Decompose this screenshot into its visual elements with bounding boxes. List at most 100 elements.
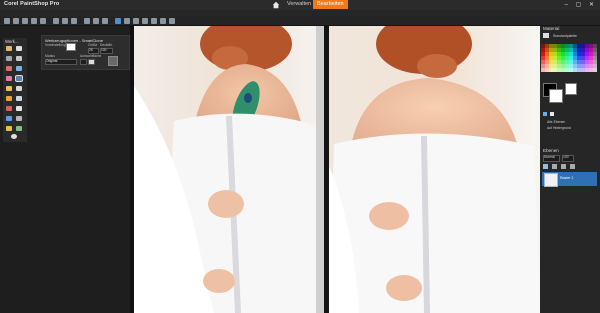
- palette-swatch[interactable]: [573, 64, 577, 68]
- palette-swatch[interactable]: [549, 48, 553, 52]
- palette-swatch[interactable]: [585, 64, 589, 68]
- apply-icon[interactable]: [108, 56, 118, 66]
- zoom-in-icon[interactable]: [142, 18, 148, 24]
- palette-swatch[interactable]: [589, 64, 593, 68]
- palette-swatch[interactable]: [541, 48, 545, 52]
- crop-tool-icon[interactable]: [6, 66, 12, 71]
- palette-swatch[interactable]: [593, 64, 597, 68]
- crop-icon[interactable]: [84, 18, 90, 24]
- source-button-1[interactable]: [80, 59, 87, 65]
- palette-swatch[interactable]: [553, 48, 557, 52]
- palette-swatch[interactable]: [581, 48, 585, 52]
- tab-edit[interactable]: Bearbeiten: [313, 0, 348, 9]
- palette-swatch[interactable]: [589, 48, 593, 52]
- palette-swatch[interactable]: [593, 56, 597, 60]
- new-layer-icon[interactable]: [543, 164, 548, 169]
- palette-swatch[interactable]: [565, 64, 569, 68]
- palette-swatch[interactable]: [557, 68, 561, 72]
- redo-icon[interactable]: [71, 18, 77, 24]
- layer-group-icon[interactable]: [561, 164, 566, 169]
- palette-swatch[interactable]: [569, 44, 573, 48]
- palette-swatch[interactable]: [573, 48, 577, 52]
- retouch-tool-icon[interactable]: [6, 126, 12, 131]
- color-picker-tool-icon[interactable]: [6, 106, 12, 111]
- new-file-icon[interactable]: [4, 18, 10, 24]
- palette-swatch[interactable]: [581, 52, 585, 56]
- rotate-icon[interactable]: [102, 18, 108, 24]
- palette-swatch[interactable]: [565, 68, 569, 72]
- shape-tool-icon[interactable]: [6, 116, 12, 121]
- brush-tool-icon[interactable]: [6, 86, 12, 91]
- palette-swatch[interactable]: [569, 52, 573, 56]
- eraser-tool-icon[interactable]: [16, 86, 22, 91]
- texture-toggle-icon[interactable]: [543, 112, 547, 116]
- palette-swatch[interactable]: [585, 52, 589, 56]
- add-tool-icon[interactable]: [11, 134, 17, 139]
- palette-swatch[interactable]: [553, 60, 557, 64]
- photo-before[interactable]: [134, 26, 324, 313]
- palette-swatch[interactable]: [589, 56, 593, 60]
- fit-window-icon[interactable]: [160, 18, 166, 24]
- export-icon[interactable]: [40, 18, 46, 24]
- pick-tool-icon[interactable]: [16, 46, 22, 51]
- palette-swatch[interactable]: [581, 68, 585, 72]
- palette-swatch[interactable]: [545, 52, 549, 56]
- palette-swatch[interactable]: [569, 56, 573, 60]
- palette-swatch[interactable]: [553, 56, 557, 60]
- palette-swatch[interactable]: [585, 56, 589, 60]
- palette-swatch[interactable]: [577, 52, 581, 56]
- color-palette[interactable]: [541, 44, 598, 74]
- red-eye-tool-icon[interactable]: [6, 76, 12, 81]
- palette-swatch[interactable]: [549, 64, 553, 68]
- settings-icon[interactable]: [124, 18, 130, 24]
- selection-tool-icon[interactable]: [6, 56, 12, 61]
- palette-swatch[interactable]: [557, 52, 561, 56]
- palette-swatch[interactable]: [593, 60, 597, 64]
- palette-swatch[interactable]: [545, 44, 549, 48]
- palette-swatch[interactable]: [545, 64, 549, 68]
- palette-swatch[interactable]: [581, 64, 585, 68]
- palette-swatch[interactable]: [577, 48, 581, 52]
- palette-swatch[interactable]: [557, 44, 561, 48]
- palette-swatch[interactable]: [573, 68, 577, 72]
- palette-swatch[interactable]: [593, 48, 597, 52]
- layer-mask-icon[interactable]: [552, 164, 557, 169]
- palette-swatch[interactable]: [549, 52, 553, 56]
- palette-swatch[interactable]: [553, 44, 557, 48]
- palette-swatch[interactable]: [561, 48, 565, 52]
- window-controls[interactable]: – ▢ ✕: [565, 1, 597, 8]
- text-tool-icon[interactable]: [16, 106, 22, 111]
- palette-swatch[interactable]: [585, 48, 589, 52]
- palette-swatch[interactable]: [549, 68, 553, 72]
- palette-swatch[interactable]: [569, 48, 573, 52]
- palette-swatch[interactable]: [589, 60, 593, 64]
- palette-swatch[interactable]: [573, 52, 577, 56]
- source-button-2[interactable]: [88, 59, 95, 65]
- layer-row-raster-1[interactable]: Raster 1: [542, 172, 597, 187]
- palette-swatch[interactable]: [545, 68, 549, 72]
- background-color-swatch[interactable]: [549, 89, 563, 103]
- open-file-icon[interactable]: [13, 18, 19, 24]
- gradient-tool-icon[interactable]: [16, 96, 22, 101]
- palette-swatch[interactable]: [589, 44, 593, 48]
- palette-swatch[interactable]: [545, 56, 549, 60]
- palette-swatch[interactable]: [573, 56, 577, 60]
- palette-swatch[interactable]: [565, 60, 569, 64]
- palette-swatch[interactable]: [569, 68, 573, 72]
- palette-swatch[interactable]: [581, 56, 585, 60]
- palette-swatch[interactable]: [577, 68, 581, 72]
- print-icon[interactable]: [53, 18, 59, 24]
- palette-swatch[interactable]: [585, 68, 589, 72]
- palette-swatch[interactable]: [565, 56, 569, 60]
- palette-swatch[interactable]: [553, 52, 557, 56]
- perspective-tool-icon[interactable]: [16, 66, 22, 71]
- zoom-out-icon[interactable]: [151, 18, 157, 24]
- palette-swatch[interactable]: [561, 68, 565, 72]
- delete-layer-icon[interactable]: [570, 164, 575, 169]
- palette-swatch[interactable]: [541, 52, 545, 56]
- palette-swatch[interactable]: [549, 56, 553, 60]
- grid-icon[interactable]: [133, 18, 139, 24]
- transparent-toggle-icon[interactable]: [550, 112, 554, 116]
- palette-swatch[interactable]: [589, 68, 593, 72]
- palette-swatch[interactable]: [593, 44, 597, 48]
